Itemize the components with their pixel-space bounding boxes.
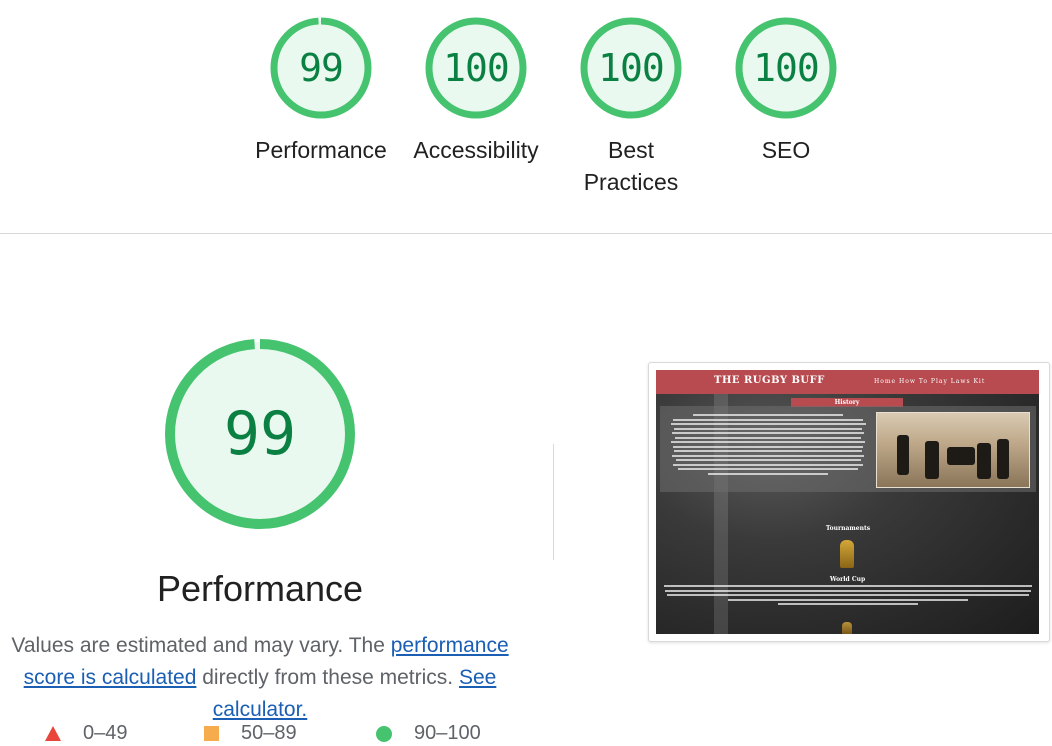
gauge-score: 100 xyxy=(753,46,820,90)
scores-summary: 99 Performance 100 Accessibility 100 Bes… xyxy=(0,0,1052,234)
legend-item-pass: 90–100 xyxy=(376,722,481,745)
gauge-score: 99 xyxy=(299,46,344,90)
site-nav-links: Home How To Play Laws Kit xyxy=(874,378,986,385)
performance-score: 99 xyxy=(223,399,297,469)
gauge-label: Accessibility xyxy=(413,137,539,163)
final-screenshot[interactable]: THE RUGBY BUFF Home How To Play Laws Kit… xyxy=(648,362,1050,642)
gauge-score: 100 xyxy=(598,46,665,90)
legend-item-average: 50–89 xyxy=(204,722,297,745)
gauge-ring: 100 xyxy=(579,16,683,120)
legend-item-fail: 0–49 xyxy=(45,722,128,745)
trophy-image xyxy=(842,622,852,634)
tournaments-heading: Tournaments xyxy=(825,525,871,532)
site-title: THE RUGBY BUFF xyxy=(714,375,825,386)
gauge-label: SEO xyxy=(761,137,811,163)
description-text: directly from these metrics. xyxy=(196,666,459,689)
trophy-image xyxy=(840,540,854,568)
triangle-fail-icon xyxy=(45,726,61,741)
square-average-icon xyxy=(204,726,219,741)
gauge-label: Performance xyxy=(255,137,387,163)
world-cup-text-lines xyxy=(662,585,1033,608)
screenshot-image: THE RUGBY BUFF Home How To Play Laws Kit… xyxy=(656,370,1039,634)
performance-gauge-large: 99 xyxy=(162,336,358,532)
world-cup-heading: World Cup xyxy=(829,576,866,583)
site-navbar: THE RUGBY BUFF Home How To Play Laws Kit xyxy=(656,370,1039,394)
history-text-lines xyxy=(668,414,868,477)
circle-pass-icon xyxy=(376,725,392,742)
gauge-performance[interactable]: 99 Performance xyxy=(241,16,401,166)
gauge-ring: 99 xyxy=(269,16,373,120)
vertical-divider xyxy=(553,444,554,560)
performance-description: Values are estimated and may vary. The p… xyxy=(0,630,520,726)
legend-range: 50–89 xyxy=(241,722,297,744)
gauge-accessibility[interactable]: 100 Accessibility xyxy=(396,16,556,166)
gauge-seo[interactable]: 100 SEO xyxy=(706,16,866,166)
performance-title: Performance xyxy=(156,568,364,609)
gauge-label: Best Practices xyxy=(583,137,679,195)
description-text: Values are estimated and may vary. The xyxy=(11,634,391,657)
rugby-photo xyxy=(876,412,1030,488)
legend-range: 90–100 xyxy=(414,722,481,744)
section-divider xyxy=(0,233,1052,234)
gauge-ring: 100 xyxy=(424,16,528,120)
legend-range: 0–49 xyxy=(83,722,128,744)
gauge-score: 100 xyxy=(443,46,510,90)
gauge-best-practices[interactable]: 100 Best Practices xyxy=(551,16,711,198)
score-scale-legend: 0–49 50–89 90–100 xyxy=(0,720,540,746)
gauge-ring: 100 xyxy=(734,16,838,120)
